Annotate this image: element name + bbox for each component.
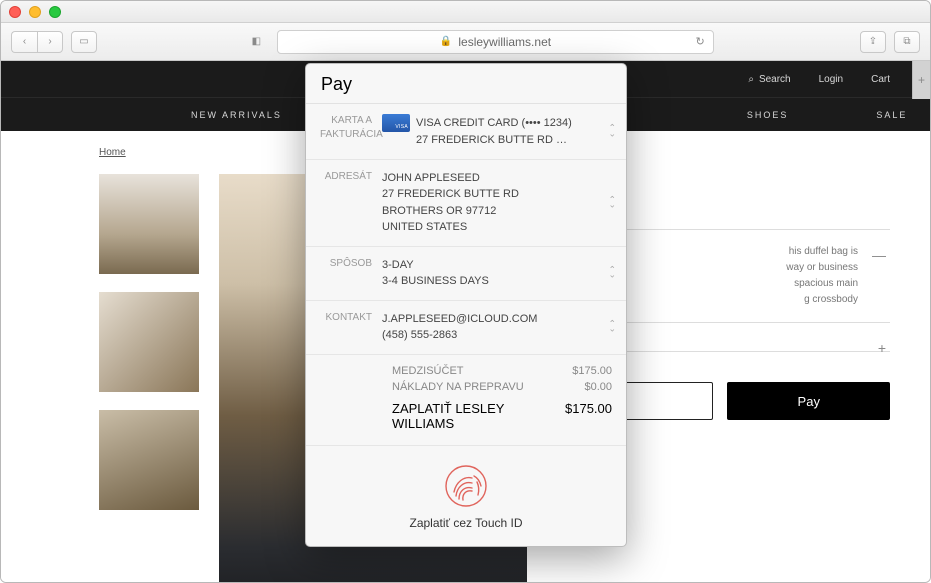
show-tabs-button[interactable]: ⧉ xyxy=(894,31,920,53)
minimize-window-button[interactable] xyxy=(29,6,41,18)
row-value: VISA CREDIT CARD (•••• 1234) 27 FREDERIC… xyxy=(382,114,612,149)
sheet-row-card[interactable]: KARTA A FAKTURÁCIA VISA CREDIT CARD (•••… xyxy=(306,104,626,160)
nav-item[interactable]: SHOES xyxy=(747,110,789,120)
pay-total-value: $175.00 xyxy=(565,401,612,431)
safari-window: ‹ › ▭ ◧ 🔒 lesleywilliams.net ↻ ⇪ ⧉ + ⌕ S… xyxy=(0,0,931,583)
login-link[interactable]: Login xyxy=(819,74,843,85)
chevron-right-icon: › xyxy=(48,36,51,47)
fingerprint-icon xyxy=(444,464,488,508)
row-value: JOHN APPLESEED 27 FREDERICK BUTTE RD BRO… xyxy=(382,170,612,236)
url-field[interactable]: 🔒 lesleywilliams.net ↻ xyxy=(277,30,713,54)
traffic-lights xyxy=(9,6,61,18)
sheet-header: Pay xyxy=(306,64,626,104)
privacy-report-button[interactable]: ◧ xyxy=(243,31,269,53)
plus-icon: + xyxy=(878,337,886,359)
zoom-window-button[interactable] xyxy=(49,6,61,18)
chevron-updown-icon: ⌃⌄ xyxy=(608,126,616,137)
back-button[interactable]: ‹ xyxy=(11,31,37,53)
chevron-updown-icon: ⌃⌄ xyxy=(608,197,616,208)
nav-item[interactable]: NEW ARRIVALS xyxy=(191,110,282,120)
shield-icon: ◧ xyxy=(252,36,261,47)
reload-icon[interactable]: ↻ xyxy=(695,35,704,48)
lock-icon: 🔒 xyxy=(440,36,452,47)
apple-pay-brand: Pay xyxy=(321,74,352,95)
apple-pay-label: Pay xyxy=(798,394,820,409)
subtotal-label: MEDZISÚČET xyxy=(392,365,464,377)
touchid-label: Zaplatiť cez Touch ID xyxy=(306,516,626,530)
row-label: KARTA A FAKTURÁCIA xyxy=(320,114,382,149)
sheet-totals: MEDZISÚČET $175.00 NÁKLADY NA PREPRAVU $0.… xyxy=(306,355,626,446)
nav-back-forward: ‹ › xyxy=(11,31,63,53)
url-host: lesleywilliams.net xyxy=(458,35,551,49)
new-tab-button[interactable]: + xyxy=(912,61,930,99)
chevron-updown-icon: ⌃⌄ xyxy=(608,268,616,279)
share-icon: ⇪ xyxy=(869,36,877,47)
touchid-area[interactable]: Zaplatiť cez Touch ID xyxy=(306,446,626,546)
card-chip-icon xyxy=(382,114,410,132)
thumbnail-list xyxy=(99,174,199,582)
row-label: KONTAKT xyxy=(320,311,382,344)
window-titlebar xyxy=(1,1,930,23)
browser-toolbar: ‹ › ▭ ◧ 🔒 lesleywilliams.net ↻ ⇪ ⧉ xyxy=(1,23,930,61)
sheet-row-contact[interactable]: KONTAKT J.APPLESEED@ICLOUD.COM (458) 555… xyxy=(306,301,626,355)
thumbnail[interactable] xyxy=(99,410,199,510)
nav-item[interactable]: SALE xyxy=(876,110,907,120)
sidebar-button[interactable]: ▭ xyxy=(71,31,97,53)
search-label: Search xyxy=(759,74,791,85)
row-label: ADRESÁT xyxy=(320,170,382,236)
apple-pay-sheet: Pay KARTA A FAKTURÁCIA VISA CREDIT CARD … xyxy=(305,63,627,547)
pay-total-label: ZAPLATIŤ LESLEY WILLIAMS xyxy=(392,401,565,431)
thumbnail[interactable] xyxy=(99,292,199,392)
search-icon: ⌕ xyxy=(748,74,754,85)
row-value: 3-DAY 3-4 BUSINESS DAYS xyxy=(382,257,612,290)
cart-link[interactable]: Cart xyxy=(871,74,890,85)
chevron-updown-icon: ⌃⌄ xyxy=(608,322,616,333)
forward-button[interactable]: › xyxy=(37,31,63,53)
sidebar-icon: ▭ xyxy=(79,36,88,47)
sheet-row-shipping[interactable]: ADRESÁT JOHN APPLESEED 27 FREDERICK BUTT… xyxy=(306,160,626,247)
thumbnail[interactable] xyxy=(99,174,199,274)
shipping-label: NÁKLADY NA PREPRAVU xyxy=(392,381,524,393)
apple-pay-button[interactable]: Pay xyxy=(727,382,891,420)
tabs-icon: ⧉ xyxy=(903,36,910,47)
share-button[interactable]: ⇪ xyxy=(860,31,886,53)
row-value: J.APPLESEED@ICLOUD.COM (458) 555-2863 xyxy=(382,311,612,344)
subtotal-value: $175.00 xyxy=(572,365,612,377)
sheet-row-method[interactable]: SPÔSOB 3-DAY 3-4 BUSINESS DAYS ⌃⌄ xyxy=(306,247,626,301)
minus-icon: — xyxy=(872,244,886,266)
chevron-left-icon: ‹ xyxy=(23,36,26,47)
plus-icon: + xyxy=(918,73,925,87)
row-label: SPÔSOB xyxy=(320,257,382,290)
shipping-value: $0.00 xyxy=(584,381,612,393)
site-search[interactable]: ⌕ Search xyxy=(748,74,790,85)
close-window-button[interactable] xyxy=(9,6,21,18)
